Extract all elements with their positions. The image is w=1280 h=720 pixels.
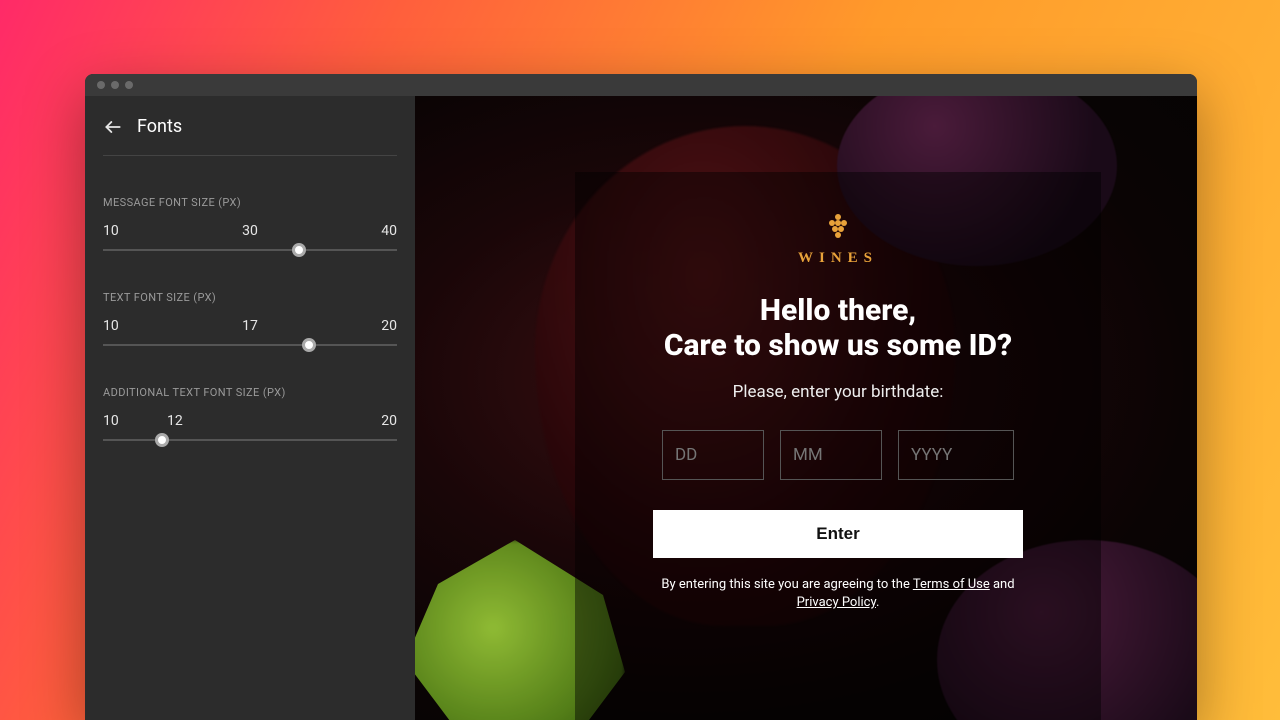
slider-label: TEXT FONT SIZE (PX) (103, 291, 397, 304)
disclaimer-and: and (990, 577, 1015, 592)
slider-min: 10 (103, 223, 125, 239)
slider-track (103, 249, 397, 251)
content: Fonts MESSAGE FONT SIZE (PX) 10 30 40 TE… (85, 96, 1197, 720)
month-input[interactable] (780, 430, 882, 480)
slider-min: 10 (103, 413, 125, 429)
sidebar-title: Fonts (137, 116, 182, 137)
brand-logo: WINES (613, 212, 1063, 267)
slider-value: 30 (239, 223, 261, 239)
back-arrow-icon[interactable] (103, 117, 123, 137)
enter-button[interactable]: Enter (653, 510, 1023, 558)
window-dot[interactable] (125, 81, 133, 89)
slider-group-text: TEXT FONT SIZE (PX) 10 17 20 (103, 291, 397, 346)
slider-max: 20 (375, 413, 397, 429)
birthdate-inputs (613, 430, 1063, 480)
window-dot[interactable] (97, 81, 105, 89)
slider-min: 10 (103, 318, 125, 334)
text-font-slider[interactable] (103, 344, 397, 346)
slider-max: 20 (375, 318, 397, 334)
additional-font-slider[interactable] (103, 439, 397, 441)
sidebar-header: Fonts (103, 116, 397, 156)
slider-group-additional: ADDITIONAL TEXT FONT SIZE (PX) 10 12 20 (103, 386, 397, 441)
headline-line2: Care to show us some ID? (664, 328, 1012, 363)
slider-values: 10 12 20 (103, 413, 397, 429)
fonts-sidebar: Fonts MESSAGE FONT SIZE (PX) 10 30 40 TE… (85, 96, 415, 720)
modal-headline: Hello there, Care to show us some ID? (613, 293, 1063, 364)
slider-value: 17 (239, 318, 261, 334)
headline-line1: Hello there, (760, 293, 916, 328)
terms-of-use-link[interactable]: Terms of Use (913, 577, 990, 592)
slider-label: MESSAGE FONT SIZE (PX) (103, 196, 397, 209)
slider-track (103, 344, 397, 346)
year-input[interactable] (898, 430, 1014, 480)
slider-group-message: MESSAGE FONT SIZE (PX) 10 30 40 (103, 196, 397, 251)
slider-values: 10 30 40 (103, 223, 397, 239)
brand-name: WINES (798, 250, 878, 267)
grape-cluster-icon (824, 212, 852, 246)
window-titlebar (85, 74, 1197, 96)
app-window: Fonts MESSAGE FONT SIZE (PX) 10 30 40 TE… (85, 74, 1197, 720)
message-font-slider[interactable] (103, 249, 397, 251)
slider-thumb[interactable] (302, 338, 316, 352)
slider-thumb[interactable] (155, 433, 169, 447)
privacy-policy-link[interactable]: Privacy Policy (797, 595, 876, 610)
slider-max: 40 (375, 223, 397, 239)
window-dot[interactable] (111, 81, 119, 89)
disclaimer-prefix: By entering this site you are agreeing t… (661, 577, 912, 592)
modal-subtext: Please, enter your birthdate: (613, 382, 1063, 402)
slider-value: 12 (167, 413, 189, 429)
slider-values: 10 17 20 (103, 318, 397, 334)
slider-label: ADDITIONAL TEXT FONT SIZE (PX) (103, 386, 397, 399)
disclaimer-text: By entering this site you are agreeing t… (613, 576, 1063, 612)
slider-track (103, 439, 397, 441)
age-gate-modal: WINES Hello there, Care to show us some … (575, 172, 1101, 720)
preview-pane: WINES Hello there, Care to show us some … (415, 96, 1197, 720)
day-input[interactable] (662, 430, 764, 480)
disclaimer-period: . (876, 595, 879, 610)
slider-thumb[interactable] (292, 243, 306, 257)
